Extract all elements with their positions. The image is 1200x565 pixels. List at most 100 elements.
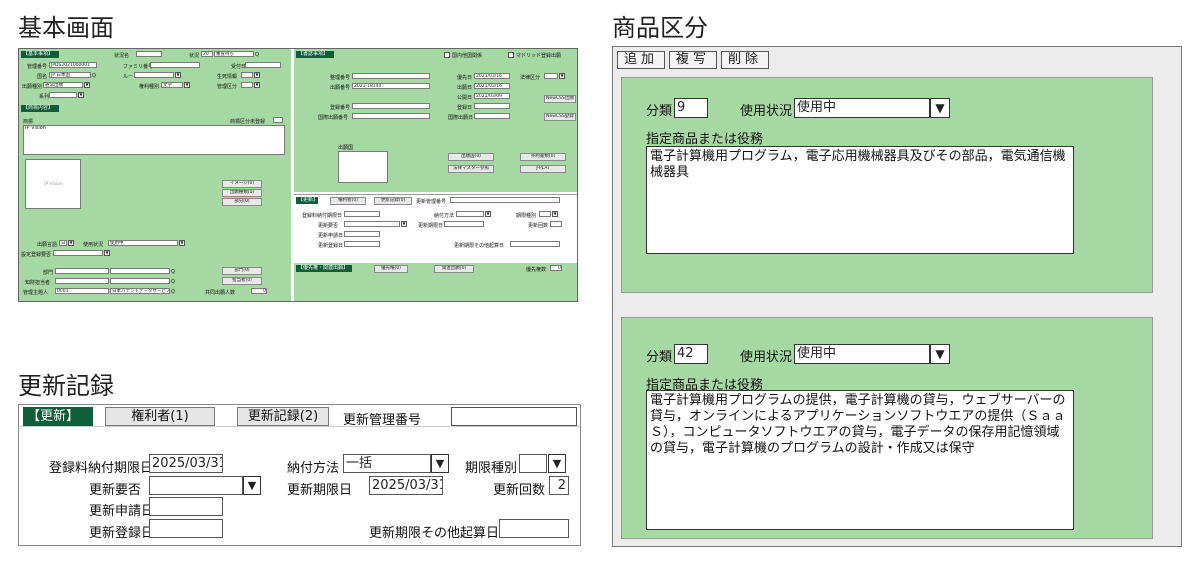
- need-dropdown[interactable]: ▼: [401, 221, 407, 227]
- usage-dropdown-icon[interactable]: ▼: [930, 98, 950, 118]
- status-name-field[interactable]: [136, 51, 162, 57]
- reg-no-field[interactable]: [352, 73, 430, 79]
- status-code-field[interactable]: 20: [201, 51, 213, 57]
- priority-date-field[interactable]: 2021/03/16: [474, 73, 510, 79]
- class-field[interactable]: 9: [674, 98, 708, 118]
- appdoc-button[interactable]: 出願国(0): [448, 153, 494, 161]
- jplat-button[interactable]: J-PLAT: [520, 165, 566, 173]
- renew-date-field[interactable]: [444, 221, 484, 227]
- dept-button[interactable]: 部門(0): [222, 267, 262, 275]
- app-lang-dropdown[interactable]: ▼: [68, 240, 74, 246]
- owner-search-icon[interactable]: Q: [171, 279, 175, 285]
- rights-class-dropdown[interactable]: ▼: [559, 73, 565, 79]
- app-lang-field[interactable]: 日: [59, 240, 67, 246]
- reg-date-field[interactable]: [149, 519, 223, 538]
- other-start-field[interactable]: [510, 241, 560, 247]
- rights-type-field[interactable]: 文字: [161, 82, 183, 88]
- renew-count-field[interactable]: 2: [549, 476, 569, 495]
- usage-dropdown[interactable]: ▼: [179, 240, 185, 246]
- origin-field[interactable]: [241, 72, 253, 78]
- country-field[interactable]: JP 日本国: [49, 72, 91, 78]
- mgmt-no-field[interactable]: [451, 407, 577, 426]
- app-date-field[interactable]: 2021/03/16: [474, 83, 510, 89]
- apply-field[interactable]: [344, 231, 380, 237]
- dept-field-2[interactable]: [110, 268, 170, 274]
- copy-button[interactable]: 複写: [669, 51, 717, 69]
- country-search-icon[interactable]: Q: [92, 73, 96, 79]
- other-button[interactable]: 部分(0): [222, 198, 262, 206]
- update-mgmt-field[interactable]: [450, 197, 560, 203]
- add-button[interactable]: 追加: [617, 51, 665, 69]
- update-tab-active[interactable]: 【更新】: [296, 197, 318, 204]
- mark-class-field[interactable]: [273, 117, 283, 123]
- other-start-field[interactable]: [499, 519, 569, 538]
- receipt-field[interactable]: [245, 62, 281, 68]
- app-no-field[interactable]: 2021-18140: [352, 83, 430, 89]
- usage-dropdown-icon[interactable]: ▼: [930, 344, 950, 364]
- related-app-button[interactable]: 関連出願(0): [434, 265, 474, 273]
- term-type-dropdown-icon[interactable]: ▼: [548, 454, 566, 473]
- flag-dropdown[interactable]: ▼: [104, 250, 110, 256]
- goods-textarea[interactable]: 電子計算機用プログラム，電子応用機械器具及びその部品，電気通信機械器具: [646, 146, 1074, 254]
- right-count-field[interactable]: 0: [251, 288, 267, 294]
- update-rights-tab[interactable]: 権利者(0): [330, 197, 366, 205]
- renew-deadline-field[interactable]: 2025/03/31: [369, 476, 443, 495]
- tab-renewal-records[interactable]: 更新記録(2): [237, 407, 329, 426]
- rights-type-dropdown[interactable]: ▼: [184, 82, 190, 88]
- fee-deadline-field[interactable]: 2025/03/31: [149, 454, 223, 473]
- term-type-select[interactable]: [519, 454, 547, 473]
- pay-dropdown[interactable]: ▼: [485, 211, 491, 217]
- mgmt-class-field[interactable]: [241, 82, 253, 88]
- law-button[interactable]: 条約書類(0): [520, 153, 566, 161]
- newcss-app-button[interactable]: NewCSS出願: [544, 95, 576, 103]
- owner-field-2[interactable]: [110, 278, 170, 284]
- payment-dropdown-icon[interactable]: ▼: [431, 454, 449, 473]
- master-button[interactable]: 法律マスター参照: [448, 165, 494, 173]
- term-field[interactable]: [539, 211, 551, 217]
- update-records-tab[interactable]: 更新記録(0): [374, 197, 412, 205]
- priority-count-field[interactable]: 0: [550, 265, 562, 271]
- pay-field[interactable]: [456, 211, 484, 217]
- need-select[interactable]: [149, 476, 243, 495]
- need-field[interactable]: [344, 221, 400, 227]
- reg-date-field[interactable]: [474, 103, 510, 109]
- class-field[interactable]: 42: [674, 344, 708, 364]
- tab-renewal[interactable]: 【更新】: [23, 407, 93, 426]
- app-type-dropdown[interactable]: ▼: [84, 82, 90, 88]
- mgmt-class-dropdown[interactable]: ▼: [254, 82, 260, 88]
- payment-method-select[interactable]: 一括: [343, 454, 431, 473]
- delete-button[interactable]: 削除: [721, 51, 769, 69]
- applicant-search-icon[interactable]: Q: [171, 289, 175, 295]
- apply-date-field[interactable]: [149, 497, 223, 516]
- madrid-checkbox[interactable]: [508, 52, 514, 58]
- usage-select[interactable]: 使用中: [794, 344, 930, 364]
- flag-field[interactable]: [53, 250, 103, 256]
- status-value-field[interactable]: 審査待ち: [214, 51, 254, 57]
- mark-text-field[interactable]: IP Vision: [23, 125, 285, 155]
- image-button[interactable]: イメージ(0): [222, 180, 262, 188]
- dept-search-icon[interactable]: Q: [171, 269, 175, 275]
- item-field[interactable]: [49, 92, 77, 98]
- regd-field[interactable]: [344, 241, 380, 247]
- dept-field-1[interactable]: [55, 268, 109, 274]
- applicant-name-field[interactable]: 日本パテントデータサービス: [110, 288, 170, 294]
- intl-reg-field[interactable]: [352, 113, 430, 119]
- appdata-button[interactable]: 出願種類(0): [222, 189, 262, 197]
- owner-button[interactable]: 担当者(0): [222, 277, 262, 285]
- reg-field[interactable]: [352, 103, 430, 109]
- app-type-field[interactable]: 通常出願: [43, 82, 83, 88]
- origin-dropdown[interactable]: ▼: [254, 72, 260, 78]
- renew-count-field[interactable]: [550, 221, 562, 227]
- term-dropdown[interactable]: ▼: [552, 211, 558, 217]
- usage-field[interactable]: 使用中: [108, 240, 178, 246]
- item-dropdown[interactable]: ▼: [78, 92, 84, 98]
- owner-field-1[interactable]: [55, 278, 109, 284]
- priority-button[interactable]: 優先権(0): [374, 265, 408, 273]
- mgmt-no-field[interactable]: JPDS2021000001: [49, 62, 97, 68]
- goods-textarea[interactable]: 電子計算機用プログラムの提供，電子計算機の貸与，ウェブサーバーの貸与，オンライン…: [646, 390, 1074, 530]
- memo-field[interactable]: [338, 151, 388, 183]
- usage-select[interactable]: 使用中: [794, 98, 930, 118]
- status-search-icon[interactable]: Q: [255, 52, 259, 58]
- domestic-checkbox[interactable]: [444, 52, 450, 58]
- route-field[interactable]: [134, 72, 174, 78]
